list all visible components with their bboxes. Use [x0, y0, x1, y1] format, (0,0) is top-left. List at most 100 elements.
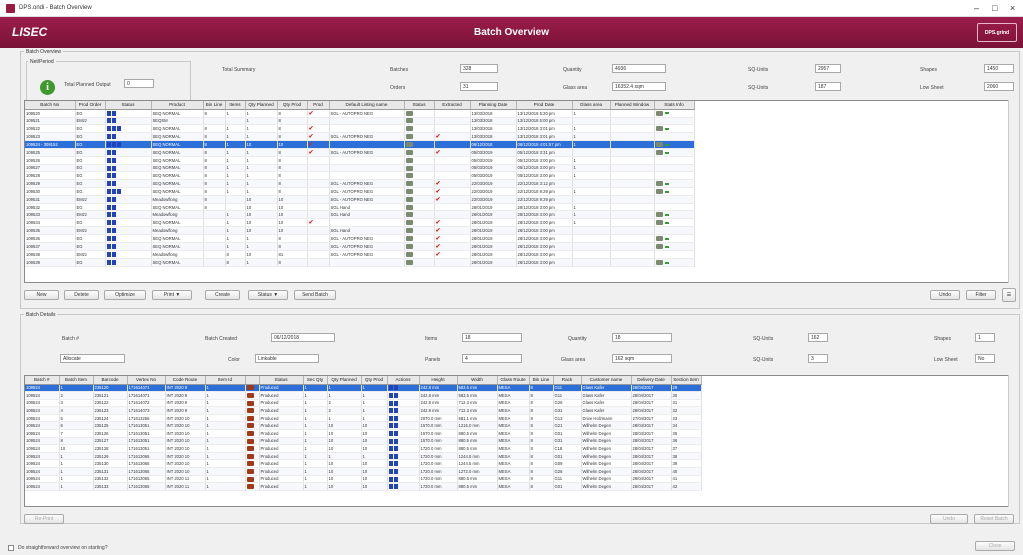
- batch-row[interactable]: 109526 EG SEQ NORMAL 8 1 1 8 05/03/2019 05/12/20…: [25, 156, 695, 165]
- batch-row[interactable]: 109523 EG SEQ NORMAL 8 1 1 8 ✔ SGL - AUTOPRO NEG…: [25, 132, 695, 142]
- sq-units-2-field[interactable]: 187: [815, 82, 841, 91]
- quantity-field[interactable]: 4936: [612, 64, 666, 73]
- detail-grid-scrollbar[interactable]: [1008, 375, 1016, 507]
- maximize-button[interactable]: □: [992, 3, 997, 13]
- detail-row[interactable]: 109524 8 235127 171613051 INT 2020 10 1 Produc…: [25, 437, 702, 446]
- minimize-button[interactable]: –: [974, 3, 979, 13]
- status-icons: [105, 234, 152, 244]
- detail-quantity-field[interactable]: 18: [612, 333, 672, 342]
- detail-low-sheet-field[interactable]: No: [975, 354, 995, 363]
- batch-cell: 109525: [25, 148, 76, 158]
- detail-sq-units-2-field[interactable]: 3: [808, 354, 828, 363]
- batch-row[interactable]: 109529 EG SEQ NORMAL 8 1 1 8 SGL - AUTOPRO NEG ✔…: [25, 179, 695, 188]
- detail-row[interactable]: 109524 1 235120 171614071 INT 2020 9 1 Produce…: [25, 384, 702, 393]
- header-banner: LISEC Batch Overview DPS.grind: [0, 17, 1023, 48]
- detail-shapes-field[interactable]: 1: [975, 333, 995, 342]
- batches-field[interactable]: 328: [460, 64, 498, 73]
- batch-cell: SEQ NORMAL: [151, 179, 204, 188]
- detail-row[interactable]: 109524 3 235122 171614072 INT 2020 9 1 Produce…: [25, 399, 702, 408]
- allocate-field[interactable]: Allocate: [60, 354, 125, 363]
- batch-created-field[interactable]: 06/12/2018: [271, 333, 335, 342]
- batch-row[interactable]: 109524 - 309152 EG SEQ NORMAL 8 1 10 10 ✔ 06/12/…: [25, 140, 695, 150]
- items-field[interactable]: 18: [462, 333, 522, 342]
- filter-button[interactable]: Filter: [966, 290, 996, 300]
- detail-row[interactable]: 109524 1 235129 171613065 INT 2020 10 1 Produc…: [25, 452, 702, 461]
- batch-row[interactable]: 109520 EG SEQ NORMAL 8 1 1 8 ✔ SGL - AUTOPRO NEG…: [25, 109, 695, 118]
- detail-glass-area-field[interactable]: 162 sqm: [612, 354, 672, 363]
- startup-checkbox[interactable]: [8, 545, 14, 551]
- batch-row[interactable]: 109525 EG SEQ NORMAL 8 1 1 8 ✔ SGL - AUTOPRO NEG…: [25, 148, 695, 158]
- batch-row[interactable]: 109539 EG SEQ NORMAL 8 1 8 28/01/2019 28/12/201…: [25, 258, 695, 267]
- batch-row[interactable]: 109534 EG SEQ NORMAL 1 10 10 ✔ ✔ 28/01/2019 28/12…: [25, 218, 695, 228]
- status-button[interactable]: Status ▼: [248, 290, 288, 300]
- batch-row[interactable]: 109531 EMzz Meadowflong 8 10 10 SGL - AUTOPRO …: [25, 195, 695, 204]
- undo-detail-button[interactable]: Undo: [930, 514, 968, 524]
- color-field[interactable]: Linkable: [255, 354, 319, 363]
- detail-row[interactable]: 109524 1 235133 171613065 INT 2020 11 1 Produc…: [25, 482, 702, 491]
- orders-field[interactable]: 31: [460, 82, 498, 91]
- batch-row[interactable]: 109521 EMzz SEQSM 1 8 13/03/2018 13/12/2018 5:…: [25, 117, 695, 126]
- batch-row[interactable]: 109535 EMzz Meadowflong 1 10 10 SGL Hand ✔ 28/01…: [25, 226, 695, 236]
- sq-units-field[interactable]: 2957: [815, 64, 841, 73]
- new-button[interactable]: New: [24, 290, 59, 300]
- batch-cell: 05/03/2019: [470, 156, 517, 165]
- optimize-button[interactable]: Optimize: [104, 290, 146, 300]
- batch-row[interactable]: 109522 EG SEQ NORMAL 8 1 1 8 ✔ 13/03/2018 13/12/2…: [25, 124, 695, 134]
- create-button[interactable]: Create: [205, 290, 240, 300]
- batch-cell: 8: [277, 171, 308, 180]
- detail-sq-units-field[interactable]: 162: [808, 333, 828, 342]
- detail-row[interactable]: 109524 7 235126 171613051 INT 2020 10 1 Produc…: [25, 429, 702, 438]
- detail-cell: 1: [303, 467, 328, 476]
- print-button[interactable]: Print ▼: [152, 290, 192, 300]
- detail-row[interactable]: 109524 4 235123 171614073 INT 2020 9 1 Produce…: [25, 406, 702, 415]
- batch-grid[interactable]: Batch No Prod Order Status Product Bin Line I…: [24, 100, 1016, 283]
- detail-row[interactable]: 109524 1 235132 171613065 INT 2020 11 1 Produc…: [25, 475, 702, 484]
- detail-cell: G11: [553, 384, 582, 393]
- stats-icons: [654, 234, 695, 244]
- glass-area-field[interactable]: 16352.4 sqm: [612, 82, 666, 91]
- detail-cell: 109524: [25, 391, 60, 400]
- close-button[interactable]: Close: [975, 541, 1015, 551]
- info-icon: i: [40, 80, 55, 95]
- undo-button[interactable]: Undo: [930, 290, 960, 300]
- filter-icon[interactable]: ☰: [1002, 288, 1016, 302]
- batch-cell: 1: [572, 132, 611, 142]
- panels-field[interactable]: 4: [462, 354, 522, 363]
- detail-row[interactable]: 109524 2 235121 171614071 INT 2020 9 1 Produce…: [25, 391, 702, 400]
- reset-batch-button[interactable]: Reset Batch: [974, 514, 1014, 524]
- batch-row[interactable]: 109527 EG SEQ NORMAL 8 1 1 8 05/03/2019 05/12/20…: [25, 164, 695, 173]
- detail-row[interactable]: 109524 1 235130 171613065 INT 2020 10 1 Produc…: [25, 459, 702, 469]
- stats-icons: [654, 250, 695, 260]
- check-icon: [307, 187, 330, 196]
- check-icon: [307, 242, 330, 252]
- batch-row[interactable]: 109530 EG SEQ NORMAL 8 1 1 8 SGL - AUTOPRO NEG ✔…: [25, 187, 695, 196]
- batch-row[interactable]: 109536 EG SEQ NORMAL 1 1 8 SGL - AUTOPRO NEG ✔ 2…: [25, 234, 695, 244]
- delete-button[interactable]: Delete: [64, 290, 99, 300]
- batch-row[interactable]: 109533 EMzz Meadowflong 1 10 10 SGL Hand 28/01/…: [25, 210, 695, 220]
- status-icon: [404, 226, 435, 236]
- batch-cell: 1: [225, 164, 246, 173]
- detail-row[interactable]: 109524 1 235131 171613065 INT 2020 10 1 Produc…: [25, 467, 702, 476]
- detail-row[interactable]: 109524 6 235125 171613051 INT 2020 10 1 Produc…: [25, 421, 702, 431]
- detail-grid[interactable]: Batch # Batch Item Barcode Vertex No Code Ro…: [24, 375, 1016, 507]
- status-icons: [105, 218, 152, 228]
- detail-cell: Wilhelm Degen: [581, 452, 632, 461]
- close-window-button[interactable]: ×: [1010, 3, 1015, 13]
- batch-row[interactable]: 109538 EMzz Meadowflong 8 10 81 SGL - AUTOPRO …: [25, 250, 695, 260]
- batch-row[interactable]: 109532 EG SEQ NORMAL 8 10 10 SGL Hand 28/01/201…: [25, 203, 695, 212]
- detail-cell: 880.5 mm: [457, 437, 498, 446]
- detail-row[interactable]: 109524 10 235128 171613051 INT 2020 10 1 Produ…: [25, 444, 702, 453]
- low-sheet-field[interactable]: 2060: [984, 82, 1014, 91]
- shapes-field[interactable]: 1450: [984, 64, 1014, 73]
- batch-row[interactable]: 109537 EG SEQ NORMAL 1 1 8 SGL - AUTOPRO NEG ✔ 2…: [25, 242, 695, 252]
- send-batch-button[interactable]: Send Batch: [294, 290, 336, 300]
- detail-row[interactable]: 109524 5 235124 171613256 INT 2020 10 1 Produc…: [25, 414, 702, 423]
- total-planned-field[interactable]: 0: [124, 79, 154, 88]
- batch-cell: SEQSM: [151, 117, 204, 126]
- detail-cell: 1244.5 mm: [457, 452, 498, 461]
- detail-col-header: Width: [457, 376, 498, 385]
- batch-grid-scrollbar[interactable]: [1008, 100, 1016, 283]
- reprint-button[interactable]: Re-Print: [24, 514, 64, 524]
- batch-row[interactable]: 109528 EG SEQ NORMAL 8 1 1 8 05/03/2019 05/12/20…: [25, 171, 695, 180]
- detail-cell: 10: [361, 467, 388, 476]
